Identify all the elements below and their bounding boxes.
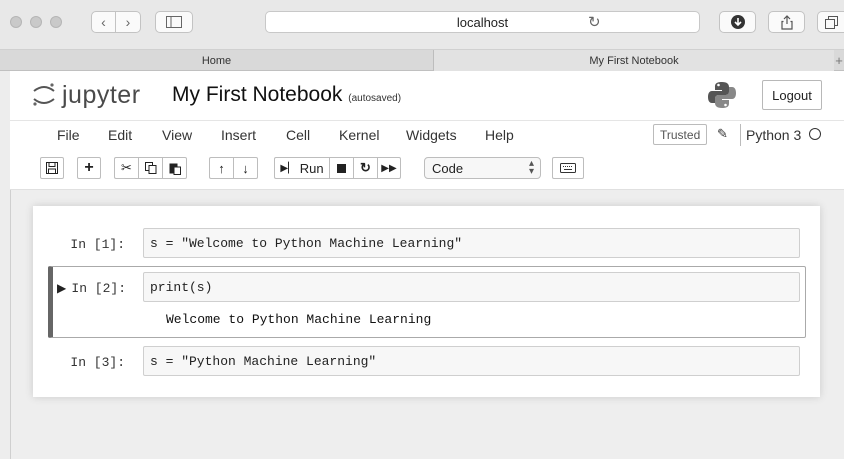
share-button[interactable] xyxy=(768,11,805,33)
sidebar-icon xyxy=(166,16,182,28)
tabs-overview-button[interactable] xyxy=(817,11,844,33)
menu-file[interactable]: File xyxy=(57,127,80,143)
notebook-toolbar: + ✂ ↑ ↓ ▶▏ Run ↻ ▶▶ Code ▴ ▾ xyxy=(10,150,844,190)
code-cell-input[interactable]: print(s) xyxy=(143,272,800,302)
python-logo-icon xyxy=(708,82,736,108)
address-text: localhost xyxy=(456,14,509,30)
tab-label: My First Notebook xyxy=(589,54,679,67)
command-palette-button[interactable] xyxy=(552,157,584,179)
notebook-area: In [1]: s = "Welcome to Python Machine L… xyxy=(10,190,844,459)
paste-icon xyxy=(169,163,181,175)
tab-label: Home xyxy=(201,54,232,67)
menu-view[interactable]: View xyxy=(162,127,192,143)
restart-run-all-button[interactable]: ▶▶ xyxy=(377,157,401,179)
arrow-down-icon: ↓ xyxy=(242,160,249,176)
sidebar-toggle-button[interactable] xyxy=(155,11,193,33)
select-arrows-icon: ▴ ▾ xyxy=(528,158,534,177)
forward-button[interactable]: › xyxy=(116,11,141,33)
code-cell-input[interactable]: s = "Welcome to Python Machine Learning" xyxy=(143,228,800,258)
reload-icon[interactable]: ↻ xyxy=(588,13,601,31)
kernel-name[interactable]: Python 3 xyxy=(746,127,801,143)
minimize-window-button[interactable] xyxy=(30,16,42,28)
menubar: File Edit View Insert Cell Kernel Widget… xyxy=(10,120,844,150)
back-button[interactable]: ‹ xyxy=(91,11,116,33)
cell-type-value: Code xyxy=(432,160,464,176)
restart-kernel-button[interactable]: ↻ xyxy=(353,157,377,179)
menu-kernel[interactable]: Kernel xyxy=(339,127,379,143)
cell-prompt: In [2]: xyxy=(71,281,126,296)
notebook-title-text: My First Notebook xyxy=(172,83,343,106)
code-cell-input[interactable]: s = "Python Machine Learning" xyxy=(143,346,800,376)
restart-icon: ↻ xyxy=(360,160,371,175)
logout-button[interactable]: Logout xyxy=(762,80,822,110)
tabs-icon xyxy=(824,15,838,29)
download-icon xyxy=(730,15,745,29)
pencil-icon[interactable]: ✎ xyxy=(717,126,728,142)
tab-notebook[interactable]: My First Notebook xyxy=(434,50,834,71)
cell-prompt: In [3]: xyxy=(70,355,125,370)
keyboard-icon xyxy=(560,163,576,173)
notebook-title[interactable]: My First Notebook (autosaved) xyxy=(172,83,401,107)
new-tab-button[interactable]: + xyxy=(834,50,844,71)
run-button[interactable]: ▶▏ Run xyxy=(274,157,329,179)
step-forward-icon: ▶▏ xyxy=(280,162,296,174)
menu-cell[interactable]: Cell xyxy=(286,127,310,143)
cell-type-select[interactable]: Code ▴ ▾ xyxy=(424,157,541,179)
fast-forward-icon: ▶▶ xyxy=(381,162,397,174)
scissors-icon: ✂ xyxy=(121,160,132,175)
copy-icon xyxy=(144,162,156,174)
menu-insert[interactable]: Insert xyxy=(221,127,256,143)
cell-prompt: In [1]: xyxy=(70,237,125,252)
floppy-disk-icon xyxy=(46,162,58,174)
menu-help[interactable]: Help xyxy=(485,127,514,143)
zoom-window-button[interactable] xyxy=(50,16,62,28)
paste-button[interactable] xyxy=(162,157,187,179)
address-bar[interactable]: localhost xyxy=(265,11,700,33)
autosave-status: (autosaved) xyxy=(348,93,402,104)
selected-code-cell[interactable]: ▶ In [2]: print(s) Welcome to Python Mac… xyxy=(48,266,806,338)
plus-icon: + xyxy=(84,159,94,176)
cut-button[interactable]: ✂ xyxy=(114,157,138,179)
logo-text: jupyter xyxy=(62,80,141,109)
notebook-page: In [1]: s = "Welcome to Python Machine L… xyxy=(33,206,820,397)
jupyter-logo[interactable]: jupyter xyxy=(32,79,141,111)
stop-icon xyxy=(337,163,346,173)
share-icon xyxy=(780,14,793,30)
close-window-button[interactable] xyxy=(10,16,22,28)
trusted-indicator[interactable]: Trusted xyxy=(653,124,708,145)
browser-titlebar: ‹ › localhost ↻ xyxy=(0,0,844,50)
tab-home[interactable]: Home xyxy=(0,50,434,71)
jupyter-orbit-icon xyxy=(33,83,55,106)
move-cell-down-button[interactable]: ↓ xyxy=(233,157,258,179)
arrow-up-icon: ↑ xyxy=(218,160,225,176)
kernel-divider xyxy=(740,124,741,146)
chevron-right-icon: › xyxy=(125,14,131,30)
downloads-button[interactable] xyxy=(719,11,756,33)
move-cell-up-button[interactable]: ↑ xyxy=(209,157,233,179)
menu-edit[interactable]: Edit xyxy=(108,127,132,143)
interrupt-kernel-button[interactable] xyxy=(329,157,353,179)
cell-output: Welcome to Python Machine Learning xyxy=(166,312,432,327)
notebook-header: jupyter My First Notebook (autosaved) Lo… xyxy=(10,71,844,120)
save-button[interactable] xyxy=(40,157,64,179)
run-label: Run xyxy=(299,160,324,176)
insert-cell-button[interactable]: + xyxy=(77,157,101,179)
kernel-idle-icon xyxy=(809,128,821,140)
browser-tabs: Home My First Notebook + xyxy=(0,50,844,71)
copy-button[interactable] xyxy=(138,157,162,179)
menu-widgets[interactable]: Widgets xyxy=(406,127,457,143)
chevron-left-icon: ‹ xyxy=(101,14,106,30)
